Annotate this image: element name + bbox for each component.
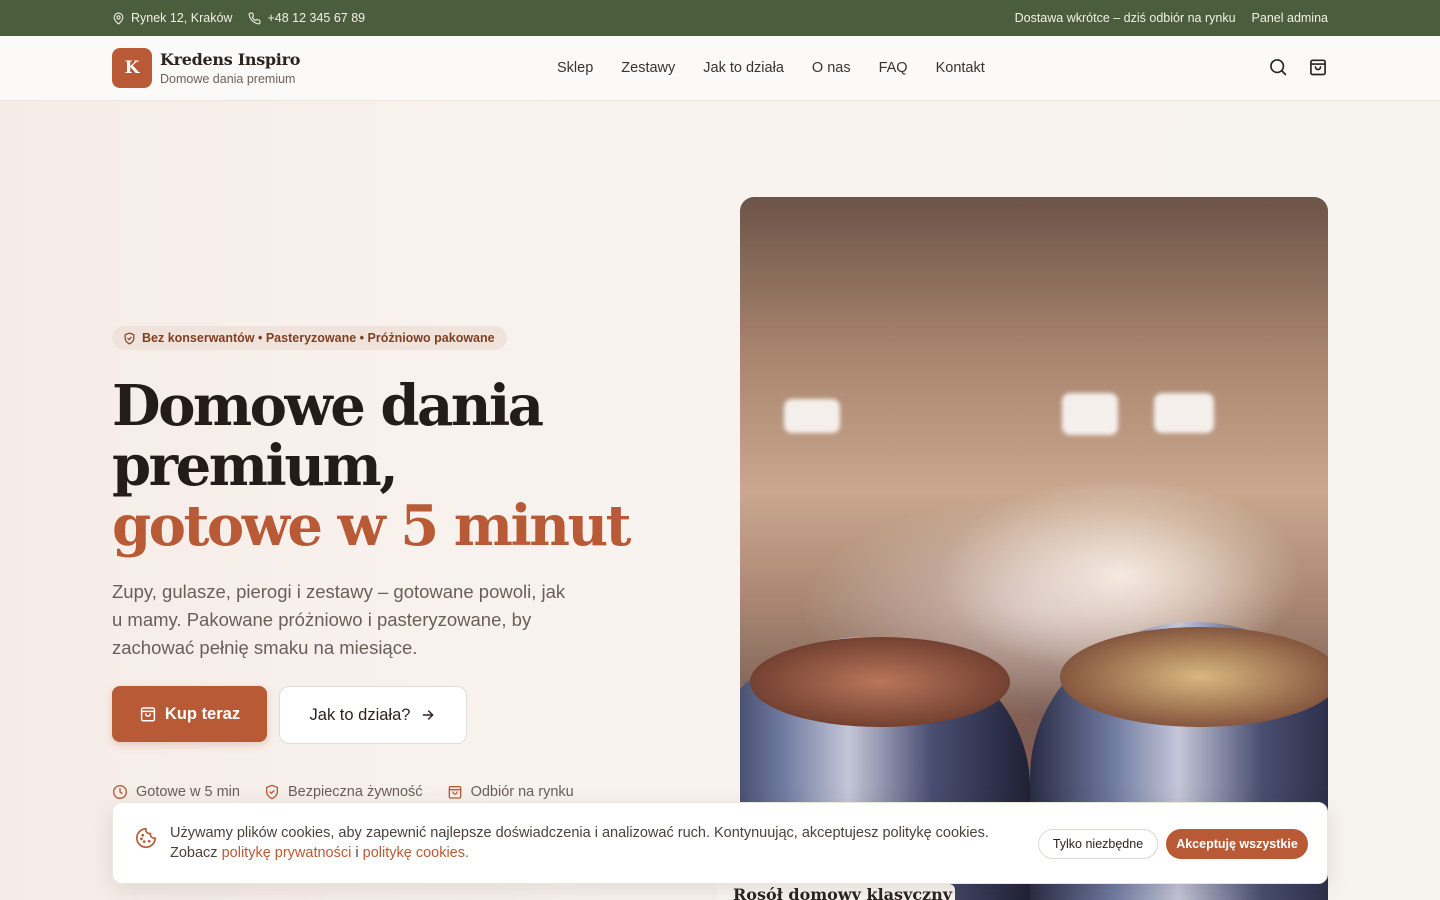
brand-logo[interactable]: K Kredens Inspiro Domowe dania premium — [112, 48, 300, 88]
feature-label: Odbiór na rynku — [470, 784, 574, 800]
cookie-message: Używamy plików cookies, aby zapewnić naj… — [170, 825, 989, 841]
badge-text: Bez konserwantów • Pasteryzowane • Próżn… — [142, 331, 495, 345]
how-it-works-label: Jak to działa? — [309, 705, 411, 724]
address-text: Rynek 12, Kraków — [131, 11, 233, 25]
hero-lead: Zupy, gulasze, pierogi i zestawy – gotow… — [112, 581, 566, 658]
cookie-period: . — [465, 845, 470, 861]
search-icon[interactable] — [1268, 57, 1288, 77]
address-item: Rynek 12, Kraków — [112, 11, 232, 25]
shield-check-icon — [124, 331, 135, 345]
brand-name: Kredens Inspiro — [160, 50, 301, 69]
product-card[interactable]: Rosół domowy klasyczny — [717, 884, 955, 900]
map-pin-icon — [113, 12, 124, 24]
feature-item: Gotowe w 5 min — [112, 784, 240, 800]
arrow-right-icon — [423, 710, 434, 720]
buy-now-button[interactable]: Kup teraz — [112, 686, 267, 742]
cookie-icon — [136, 828, 156, 848]
accept-all-button[interactable]: Akceptuję wszystkie — [1166, 829, 1308, 859]
phone-text: +48 12 345 67 89 — [267, 11, 366, 25]
shopping-bag-icon[interactable] — [1308, 57, 1328, 77]
hero-title-line-1: Domowe dania — [112, 373, 544, 439]
feature-label: Bezpieczna żywność — [287, 784, 423, 800]
cookie-text: Używamy plików cookies, aby zapewnić naj… — [170, 823, 1030, 863]
shopping-bag-icon — [448, 786, 461, 799]
how-it-works-button[interactable]: Jak to działa? — [279, 686, 467, 744]
nav-item-jak-to-dziala[interactable]: Jak to działa — [703, 60, 784, 76]
phone-item[interactable]: +48 12 345 67 89 — [248, 11, 365, 25]
feature-label: Gotowe w 5 min — [136, 784, 240, 800]
feature-item: Bezpieczna żywność — [264, 784, 423, 800]
delivery-note: Dostawa wkrótce – dziś odbiór na rynku — [1014, 11, 1236, 25]
main-nav: Sklep Zestawy Jak to działa O nas FAQ Ko… — [557, 36, 985, 100]
nav-item-sklep[interactable]: Sklep — [557, 60, 593, 76]
privacy-policy-link[interactable]: politykę prywatności — [222, 845, 352, 861]
hero-title-line-2: premium, — [112, 433, 399, 499]
hero-title-accent: gotowe w 5 minut — [112, 493, 632, 559]
site-header: K Kredens Inspiro Domowe dania premium S… — [0, 36, 1440, 101]
phone-icon — [249, 12, 261, 24]
shopping-bag-icon — [140, 707, 156, 722]
logo-mark: K — [112, 48, 152, 88]
feature-list: Gotowe w 5 min Bezpieczna żywność Odbiór… — [112, 784, 574, 800]
feature-item: Odbiór na rynku — [447, 784, 574, 800]
admin-panel-link[interactable]: Panel admina — [1252, 11, 1328, 25]
clock-icon — [113, 785, 127, 799]
cookie-banner: Używamy plików cookies, aby zapewnić naj… — [112, 802, 1328, 884]
shield-check-icon — [265, 784, 278, 800]
essential-only-button[interactable]: Tylko niezbędne — [1038, 829, 1158, 859]
cookie-and: i — [355, 845, 359, 861]
top-bar: Rynek 12, Kraków +48 12 345 67 89 Dostaw… — [0, 0, 1440, 36]
hero-title: Domowe dania premium, gotowe w 5 minut — [112, 376, 672, 556]
buy-now-label: Kup teraz — [164, 704, 241, 723]
nav-item-o-nas[interactable]: O nas — [812, 60, 851, 76]
brand-tagline: Domowe dania premium — [160, 72, 296, 86]
cookie-policy-link[interactable]: politykę cookies — [363, 845, 465, 861]
nav-item-zestawy[interactable]: Zestawy — [621, 60, 675, 76]
hero-image — [740, 197, 1328, 900]
nav-item-kontakt[interactable]: Kontakt — [936, 60, 985, 76]
product-card-title: Rosół domowy klasyczny — [733, 885, 953, 900]
quality-badge: Bez konserwantów • Pasteryzowane • Próżn… — [112, 326, 507, 350]
cookie-see-prefix: Zobacz — [170, 845, 218, 861]
nav-item-faq[interactable]: FAQ — [879, 60, 908, 76]
